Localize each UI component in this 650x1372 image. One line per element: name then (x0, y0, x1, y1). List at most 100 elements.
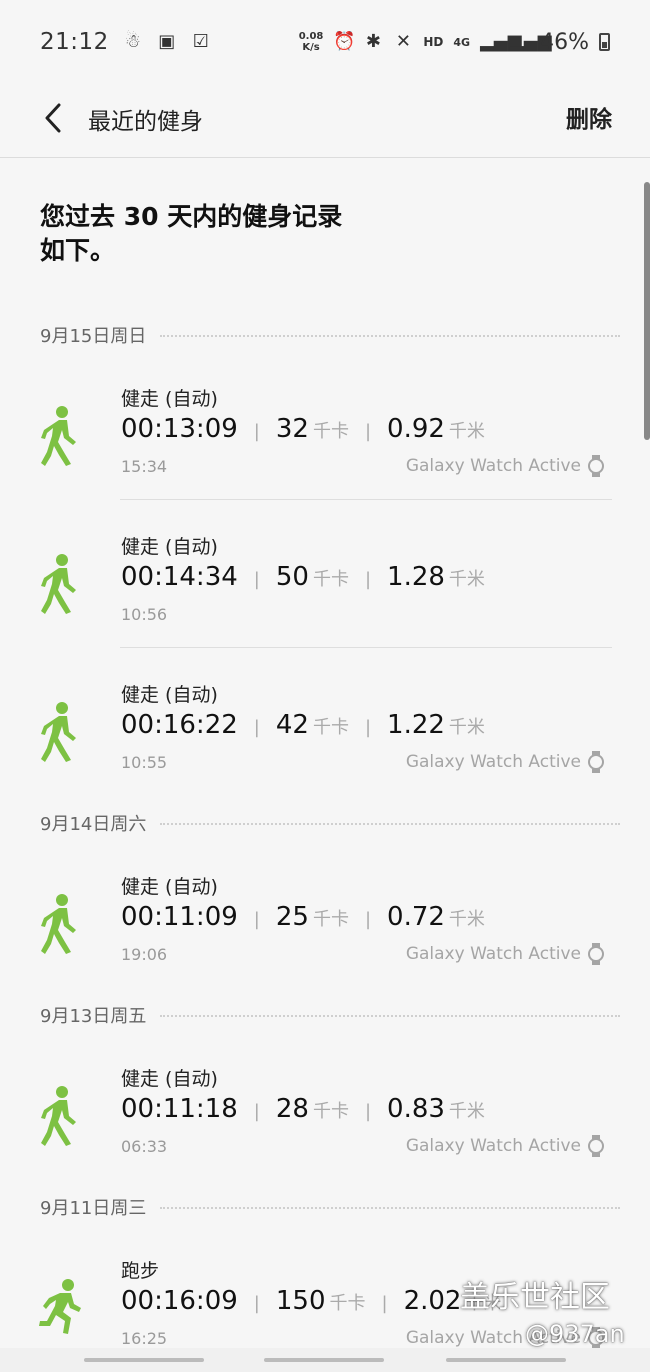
bluetooth-icon: ✱ (365, 31, 381, 52)
workout-calories: 150 (275, 1286, 326, 1316)
distance-unit: 千米 (448, 569, 485, 590)
status-bar: 21:12 ☃ ▣ ☑ 0.08 K/s ⏰ ✱ ✕ HD 4G ▂▄▆ ▂▄▆… (0, 0, 650, 84)
device-name: Galaxy Watch Active (405, 944, 581, 964)
nav-back-button[interactable] (446, 1358, 566, 1362)
delete-button[interactable]: 删除 (566, 100, 612, 134)
workout-duration: 00:13:09 (121, 414, 238, 444)
workout-device: Galaxy Watch Active (406, 751, 605, 773)
workout-record[interactable]: 健走 (自动) 00:16:22 | 42 千卡 | 1.22 千米 10:55 Galaxy W… (0, 680, 650, 804)
alarm-icon: ⏰ (333, 31, 356, 52)
device-name: Galaxy Watch Active (405, 752, 581, 772)
workout-stats: 00:16:22 | 42 千卡 | 1.22 千米 (121, 710, 485, 740)
back-button[interactable] (36, 98, 70, 138)
watch-icon (587, 1135, 605, 1157)
calories-unit: 千卡 (312, 717, 349, 738)
walking-icon (38, 1086, 82, 1146)
date-label: 9月14日周六 (40, 814, 147, 835)
workout-distance: 1.22 (387, 710, 445, 740)
date-divider (160, 1207, 620, 1209)
nav-recent-button[interactable] (84, 1358, 204, 1362)
signal-icon-2: ▂▄▆ (510, 31, 552, 52)
date-label: 9月15日周日 (40, 326, 147, 347)
workout-type: 健走 (自动) (121, 684, 218, 706)
record-divider (120, 647, 612, 648)
walking-icon (38, 406, 82, 466)
date-header: 9月14日周六 (40, 810, 620, 836)
date-header: 9月15日周日 (40, 322, 620, 348)
walking-icon (38, 894, 82, 954)
workout-distance: 1.28 (387, 562, 445, 592)
checkbox-notification-icon: ☑ (192, 31, 209, 52)
intro-text: 您过去 30 天内的健身记录 如下。 (40, 200, 460, 268)
distance-unit: 千米 (448, 717, 485, 738)
workout-distance: 0.92 (387, 414, 445, 444)
stat-separator: | (364, 421, 372, 442)
workout-start-time: 06:33 (121, 1137, 168, 1156)
stat-separator: | (364, 717, 372, 738)
workout-start-time: 10:55 (121, 753, 168, 772)
workout-stats: 00:14:34 | 50 千卡 | 1.28 千米 (121, 562, 485, 592)
workout-duration: 00:14:34 (121, 562, 238, 592)
workout-record[interactable]: 健走 (自动) 00:13:09 | 32 千卡 | 0.92 千米 15:34 Galaxy W… (0, 384, 650, 508)
gallery-icon: ▣ (158, 31, 176, 52)
app-bar: 最近的健身 删除 (0, 84, 650, 158)
workout-start-time: 16:25 (121, 1329, 168, 1348)
battery-icon (599, 33, 610, 51)
device-name: Galaxy Watch Active (405, 456, 581, 476)
stat-separator: | (253, 421, 260, 442)
stat-separator: | (253, 717, 260, 738)
stat-separator: | (253, 1293, 260, 1314)
workout-record[interactable]: 健走 (自动) 00:11:18 | 28 千卡 | 0.83 千米 06:33 Galaxy W… (0, 1064, 650, 1188)
date-divider (160, 335, 620, 337)
hd-indicator: HD (423, 35, 444, 49)
workout-start-time: 19:06 (121, 945, 168, 964)
calories-unit: 千卡 (312, 1101, 349, 1122)
workout-distance: 0.72 (387, 902, 445, 932)
workout-calories: 42 (275, 710, 309, 740)
workout-type: 健走 (自动) (121, 388, 218, 410)
distance-unit: 千米 (448, 909, 485, 930)
watch-icon (587, 751, 605, 773)
calories-unit: 千卡 (312, 909, 349, 930)
workout-distance: 0.83 (387, 1094, 445, 1124)
workout-calories: 32 (275, 414, 309, 444)
workout-type: 跑步 (121, 1260, 160, 1282)
workout-record[interactable]: 健走 (自动) 00:14:34 | 50 千卡 | 1.28 千米 10:56 (0, 532, 650, 656)
calories-unit: 千卡 (329, 1293, 366, 1314)
stat-separator: | (364, 909, 372, 930)
workout-record[interactable]: 健走 (自动) 00:11:09 | 25 千卡 | 0.72 千米 19:06 Galaxy W… (0, 872, 650, 996)
workout-stats: 00:11:18 | 28 千卡 | 0.83 千米 (121, 1094, 485, 1124)
walking-icon (38, 554, 82, 614)
workout-type: 健走 (自动) (121, 536, 218, 558)
nav-home-button[interactable] (264, 1358, 384, 1362)
distance-unit: 千米 (448, 421, 485, 442)
stat-separator: | (253, 569, 260, 590)
watch-icon (587, 943, 605, 965)
device-name: Galaxy Watch Active (405, 1136, 581, 1156)
stat-separator: | (364, 569, 372, 590)
workout-calories: 28 (275, 1094, 309, 1124)
workout-type: 健走 (自动) (121, 1068, 218, 1090)
workout-device: Galaxy Watch Active (406, 1135, 605, 1157)
calories-unit: 千卡 (312, 421, 349, 442)
workout-calories: 25 (275, 902, 309, 932)
network-type: 4G (453, 35, 471, 49)
workout-calories: 50 (275, 562, 309, 592)
workout-device: Galaxy Watch Active (406, 943, 605, 965)
intro-line: 您过去 30 天内的健身记录 如下。 (40, 202, 343, 265)
workout-stats: 00:11:09 | 25 千卡 | 0.72 千米 (121, 902, 485, 932)
walking-icon (38, 702, 82, 762)
back-arrow-icon (45, 103, 61, 133)
stat-separator: | (253, 1101, 260, 1122)
watermark-line2: @937an (525, 1320, 625, 1348)
workout-duration: 00:16:22 (121, 710, 238, 740)
workout-duration: 00:11:09 (121, 902, 238, 932)
page-title: 最近的健身 (88, 109, 203, 135)
date-label: 9月13日周五 (40, 1006, 147, 1027)
stat-separator: | (364, 1101, 372, 1122)
workout-duration: 00:16:09 (121, 1286, 238, 1316)
workout-device: Galaxy Watch Active (406, 455, 605, 477)
distance-unit: 千米 (448, 1101, 485, 1122)
watermark-line1: 盖乐世社区 (460, 1280, 610, 1315)
workout-start-time: 15:34 (121, 457, 168, 476)
